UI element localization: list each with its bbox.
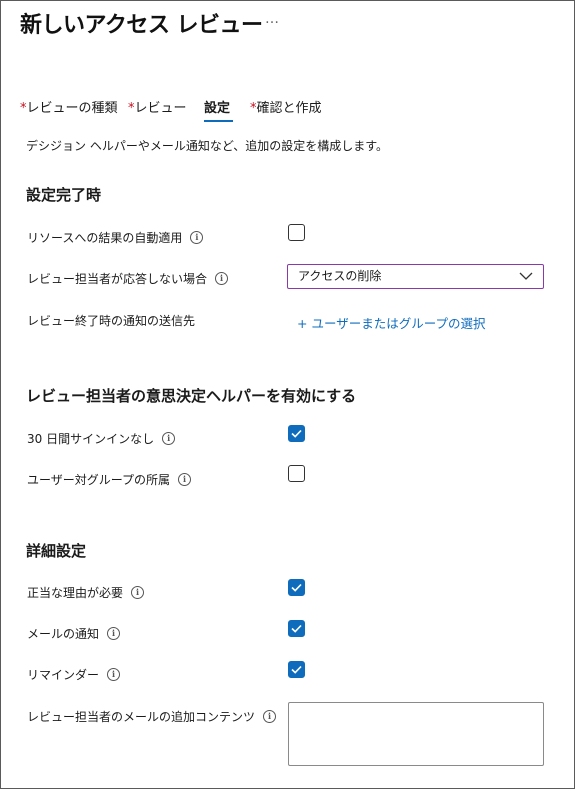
checkmark-icon bbox=[291, 583, 302, 592]
justification-label: 正当な理由が必要 i bbox=[27, 584, 145, 601]
info-icon[interactable]: i bbox=[162, 432, 176, 445]
tab-label: 設定 bbox=[204, 101, 231, 116]
checkmark-icon bbox=[291, 624, 302, 633]
info-icon[interactable]: i bbox=[107, 668, 121, 681]
chevron-down-icon bbox=[519, 272, 533, 280]
page-title: 新しいアクセス レビュー bbox=[20, 13, 263, 38]
reminders-checkbox[interactable] bbox=[288, 661, 305, 678]
section-heading-completion: 設定完了時 bbox=[26, 186, 102, 204]
checkmark-icon bbox=[291, 665, 302, 674]
info-icon[interactable]: i bbox=[107, 627, 121, 640]
notify-label: レビュー終了時の通知の送信先 bbox=[27, 312, 195, 329]
email-notification-text: メールの通知 bbox=[27, 627, 100, 641]
reminders-text: リマインダー bbox=[27, 668, 100, 682]
no-response-dropdown[interactable]: アクセスの削除 bbox=[287, 264, 544, 289]
tab-review-type[interactable]: *レビューの種類 bbox=[20, 97, 118, 116]
peer-text: ユーザー対グループの所属 bbox=[27, 473, 171, 487]
active-tab-indicator bbox=[204, 120, 233, 122]
email-notification-checkbox[interactable] bbox=[288, 620, 305, 637]
select-users-groups-link[interactable]: + ユーザーまたはグループの選択 bbox=[297, 313, 485, 332]
info-icon[interactable]: i bbox=[190, 231, 204, 244]
peer-checkbox[interactable] bbox=[288, 465, 305, 482]
additional-content-text: レビュー担当者のメールの追加コンテンツ bbox=[27, 710, 256, 724]
justification-checkbox[interactable] bbox=[288, 579, 305, 596]
tab-label: 確認と作成 bbox=[256, 101, 322, 116]
no-response-label: レビュー担当者が応答しない場合 i bbox=[27, 270, 229, 287]
peer-label: ユーザー対グループの所属 i bbox=[27, 471, 192, 488]
email-notification-label: メールの通知 i bbox=[27, 625, 121, 642]
tab-label: レビュー bbox=[134, 101, 187, 116]
info-icon[interactable]: i bbox=[178, 473, 192, 486]
tab-label: レビューの種類 bbox=[26, 101, 118, 116]
info-icon[interactable]: i bbox=[215, 272, 229, 285]
page-description: デシジョン ヘルパーやメール通知など、追加の設定を構成します。 bbox=[26, 139, 389, 153]
tab-review-create[interactable]: *確認と作成 bbox=[250, 97, 322, 116]
additional-content-label: レビュー担当者のメールの追加コンテンツ i bbox=[27, 708, 277, 725]
dropdown-value: アクセスの削除 bbox=[298, 269, 382, 283]
notify-text: レビュー終了時の通知の送信先 bbox=[27, 314, 196, 328]
no-signin-checkbox[interactable] bbox=[288, 425, 305, 442]
info-icon[interactable]: i bbox=[263, 710, 277, 723]
auto-apply-text: リソースへの結果の自動適用 bbox=[27, 231, 183, 245]
no-response-text: レビュー担当者が応答しない場合 bbox=[27, 272, 208, 286]
info-icon[interactable]: i bbox=[131, 586, 145, 599]
auto-apply-label: リソースへの結果の自動適用 i bbox=[27, 229, 204, 246]
tab-settings[interactable]: 設定 bbox=[204, 97, 230, 116]
no-signin-label: 30 日間サインインなし i bbox=[27, 430, 176, 447]
additional-content-textarea[interactable] bbox=[288, 702, 544, 766]
section-heading-advanced: 詳細設定 bbox=[26, 542, 87, 560]
more-options-icon[interactable]: … bbox=[265, 11, 280, 27]
auto-apply-checkbox[interactable] bbox=[288, 224, 305, 241]
reminders-label: リマインダー i bbox=[27, 666, 121, 683]
tab-reviews[interactable]: *レビュー bbox=[128, 97, 187, 116]
checkmark-icon bbox=[291, 429, 302, 438]
no-signin-text: 30 日間サインインなし bbox=[27, 432, 155, 446]
access-review-panel: 新しいアクセス レビュー … *レビューの種類 *レビュー 設定 *確認と作成 … bbox=[0, 0, 575, 789]
justification-text: 正当な理由が必要 bbox=[27, 586, 124, 600]
section-heading-decision-helpers: レビュー担当者の意思決定ヘルパーを有効にする bbox=[26, 387, 357, 405]
